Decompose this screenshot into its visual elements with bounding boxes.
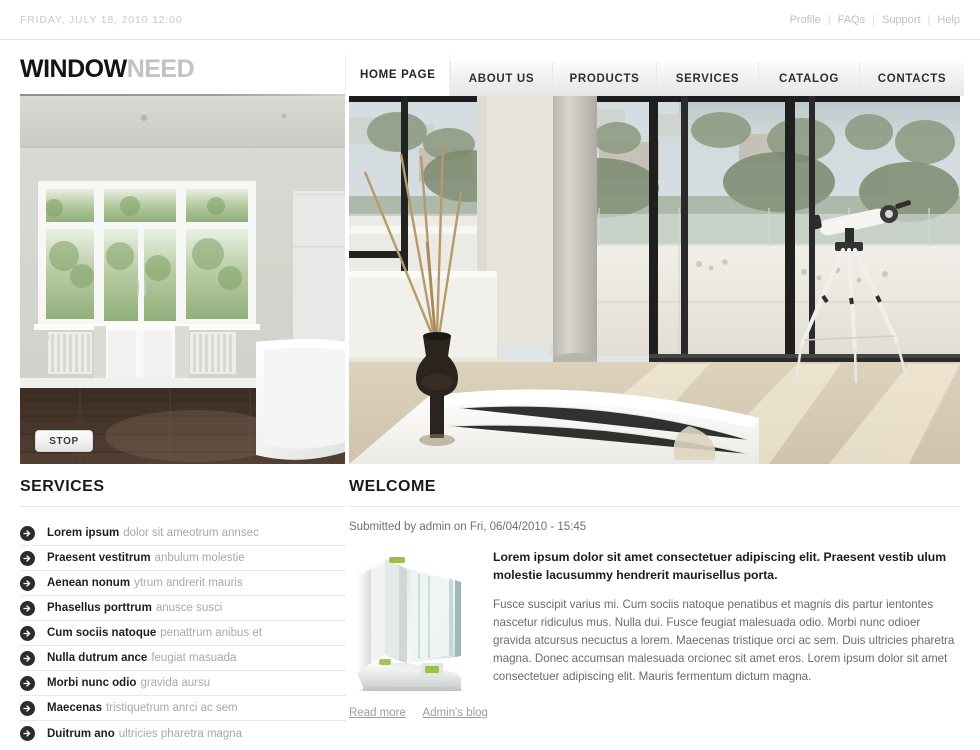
- arrow-right-circle-icon: [20, 726, 35, 741]
- tab-services[interactable]: SERVICES: [656, 62, 758, 96]
- tab-catalog[interactable]: CATALOG: [758, 62, 859, 96]
- link-separator: |: [872, 13, 875, 26]
- article-links: Read more Admin's blog: [349, 707, 960, 719]
- list-item-text: gravida aursu: [140, 677, 211, 689]
- list-item-text: feugiat masuada: [151, 652, 237, 664]
- site-logo[interactable]: WINDOWNEED: [20, 55, 195, 96]
- list-item[interactable]: Praesent vestitrum anbulum molestie: [20, 546, 345, 571]
- welcome-heading: WELCOME: [349, 478, 436, 495]
- list-item[interactable]: Lorem ipsum dolor sit ameotrum annsec: [20, 521, 345, 546]
- logo-secondary: NEED: [126, 55, 195, 83]
- arrow-right-circle-icon: [20, 625, 35, 641]
- hero-image-bedroom[interactable]: [349, 96, 960, 464]
- list-item[interactable]: Morbi nunc odio gravida aursu: [20, 671, 345, 696]
- top-link-help[interactable]: Help: [937, 14, 960, 26]
- bathroom-photo-illustration: [20, 96, 345, 464]
- list-item-text: tristiquetrum anrci ac sem: [105, 702, 238, 714]
- list-item-text: anusce susci: [155, 602, 223, 614]
- list-item-text: penattrum anibus et: [160, 627, 262, 639]
- arrow-right-circle-icon: [20, 700, 35, 716]
- link-separator: |: [827, 13, 831, 26]
- link-separator: |: [927, 13, 931, 26]
- services-heading: SERVICES: [20, 478, 105, 495]
- arrow-right-circle-icon: [20, 650, 35, 666]
- list-item-title: Cum sociis natoque: [47, 627, 157, 639]
- list-item[interactable]: Cum sociis natoque penattrum anibus et: [20, 621, 345, 646]
- arrow-right-circle-icon: [20, 600, 35, 616]
- top-link-faqs[interactable]: FAQs: [838, 14, 866, 26]
- tab-about-us[interactable]: ABOUT US: [450, 62, 552, 96]
- top-bar: FRIDAY, JULY 18, 2010 12:00 Profile | FA…: [0, 0, 980, 40]
- list-item-title: Lorem ipsum: [47, 527, 120, 539]
- list-item-text: ytrum andrerit mauris: [134, 577, 243, 589]
- arrow-right-circle-icon: [20, 675, 35, 691]
- list-item-title: Phasellus porttrum: [47, 602, 152, 614]
- services-heading-rule: [20, 506, 345, 507]
- list-item-title: Morbi nunc odio: [47, 677, 137, 689]
- current-date-time: FRIDAY, JULY 18, 2010 12:00: [20, 13, 183, 26]
- article-text: Lorem ipsum dolor sit amet consectetuer …: [493, 549, 960, 691]
- admins-blog-link[interactable]: Admin's blog: [422, 707, 487, 719]
- read-more-link[interactable]: Read more: [349, 707, 406, 719]
- bedroom-photo-illustration: [349, 96, 960, 464]
- hero-banner: STOP: [0, 96, 980, 466]
- list-item[interactable]: Duitrum ano ultricies pharetra magna: [20, 721, 345, 746]
- window-profile-thumbnail[interactable]: [349, 549, 479, 691]
- utility-links: Profile | FAQs | Support | Help: [790, 14, 960, 26]
- top-link-support[interactable]: Support: [882, 14, 921, 26]
- list-item-text: dolor sit ameotrum annsec: [123, 527, 259, 539]
- logo-primary: WINDOW: [20, 55, 127, 83]
- welcome-article: Lorem ipsum dolor sit amet consectetuer …: [349, 549, 960, 691]
- list-item-text: ultricies pharetra magna: [118, 727, 243, 740]
- list-item-title: Nulla dutrum ance: [47, 652, 148, 664]
- page-root: FRIDAY, JULY 18, 2010 12:00 Profile | FA…: [0, 0, 980, 750]
- list-item[interactable]: Aenean nonum ytrum andrerit mauris: [20, 571, 345, 596]
- article-body-paragraph: Fusce suscipit varius mi. Cum sociis nat…: [493, 598, 955, 684]
- arrow-right-circle-icon: [20, 550, 35, 566]
- article-lead-paragraph: Lorem ipsum dolor sit amet consectetuer …: [493, 550, 947, 582]
- top-link-profile[interactable]: Profile: [790, 14, 821, 26]
- arrow-right-circle-icon: [20, 525, 35, 541]
- welcome-heading-rule: [349, 506, 960, 507]
- list-item[interactable]: Maecenas tristiquetrum anrci ac sem: [20, 696, 345, 721]
- window-cross-section-illustration: [357, 557, 463, 691]
- list-item-title: Maecenas: [47, 702, 102, 714]
- services-list: Lorem ipsum dolor sit ameotrum annsec Pr…: [20, 521, 345, 746]
- tab-home-page[interactable]: HOME PAGE: [345, 54, 450, 96]
- list-item[interactable]: Nulla dutrum ance feugiat masuada: [20, 646, 345, 671]
- list-item[interactable]: Phasellus porttrum anusce susci: [20, 596, 345, 621]
- list-item-title: Duitrum ano: [47, 727, 115, 740]
- services-column: SERVICES Lorem ipsum dolor sit ameotrum …: [20, 478, 345, 746]
- arrow-right-circle-icon: [20, 575, 35, 591]
- list-item-title: Praesent vestitrum: [47, 552, 151, 564]
- tab-products[interactable]: PRODUCTS: [552, 62, 656, 96]
- site-header: WINDOWNEED HOME PAGE ABOUT US PRODUCTS S…: [0, 40, 980, 96]
- tab-contacts[interactable]: CONTACTS: [859, 62, 964, 96]
- list-item-text: anbulum molestie: [154, 552, 245, 564]
- list-item-title: Aenean nonum: [47, 577, 131, 589]
- article-submitted-meta: Submitted by admin on Fri, 06/04/2010 - …: [349, 521, 587, 533]
- welcome-column: WELCOME Submitted by admin on Fri, 06/04…: [349, 478, 960, 719]
- slideshow-stop-button[interactable]: STOP: [35, 430, 93, 452]
- hero-image-bathroom[interactable]: STOP: [20, 96, 345, 464]
- main-navigation: HOME PAGE ABOUT US PRODUCTS SERVICES CAT…: [345, 40, 964, 96]
